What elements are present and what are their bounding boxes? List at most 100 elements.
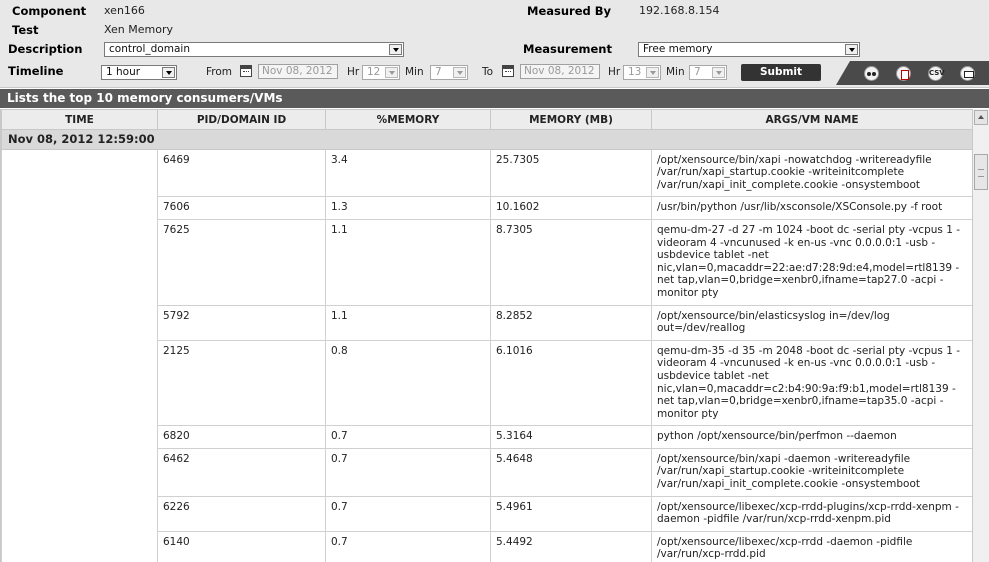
report-table-container: TIME PID/DOMAIN ID %MEMORY MEMORY (MB) A…	[0, 109, 972, 562]
to-hr-value: 13	[628, 66, 642, 78]
chevron-down-icon	[453, 67, 466, 78]
print-icon[interactable]	[960, 66, 975, 81]
measurement-select-value: Free memory	[643, 43, 713, 55]
test-value: Xen Memory	[104, 23, 174, 36]
from-hr-label: Hr	[347, 66, 360, 78]
chevron-down-icon	[646, 67, 659, 78]
from-date-field[interactable]: Nov 08, 2012	[258, 64, 338, 79]
timeline-select[interactable]: 1 hour	[101, 65, 177, 80]
to-min-select[interactable]: 7	[689, 65, 727, 80]
column-header-memory-mb[interactable]: MEMORY (MB)	[490, 109, 652, 130]
memory-pct-cell: 0.7	[325, 447, 491, 497]
time-cell	[1, 448, 158, 497]
memory-pct-cell: 1.1	[325, 304, 491, 341]
time-group-row: Nov 08, 2012 12:59:00	[1, 129, 972, 150]
filter-panel: Component xen166 Measured By 192.168.8.1…	[0, 0, 989, 88]
to-hr-label: Hr	[608, 66, 621, 78]
time-cell	[1, 219, 158, 306]
table-header-row: TIME PID/DOMAIN ID %MEMORY MEMORY (MB) A…	[1, 109, 972, 130]
binoculars-icon[interactable]	[864, 66, 879, 81]
time-cell	[1, 425, 158, 449]
pid-cell: 2125	[157, 339, 326, 427]
table-scrollbar[interactable]	[972, 109, 989, 562]
memory-mb-cell: 5.4961	[490, 495, 652, 532]
pid-cell: 7625	[157, 218, 326, 306]
memory-pct-cell: 3.4	[325, 148, 491, 198]
time-cell	[1, 531, 158, 562]
memory-mb-cell: 25.7305	[490, 148, 652, 198]
from-hr-value: 12	[367, 66, 381, 78]
calendar-icon[interactable]	[502, 65, 514, 77]
time-cell	[1, 496, 158, 532]
from-min-select[interactable]: 7	[430, 65, 468, 80]
to-min-label: Min	[666, 66, 685, 78]
table-row: 7625 1.1 8.7305 qemu-dm-27 -d 27 -m 1024 -b…	[1, 218, 972, 306]
table-row: 2125 0.8 6.1016 qemu-dm-35 -d 35 -m 2048 -b…	[1, 339, 972, 427]
pid-cell: 6469	[157, 148, 326, 198]
args-cell: /opt/xensource/libexec/xcp-rrdd-plugins/…	[651, 495, 972, 532]
memory-pct-cell: 1.3	[325, 196, 491, 220]
args-cell: /opt/xensource/bin/xapi -daemon -writere…	[651, 447, 972, 497]
table-row: 6820 0.7 5.3164 python /opt/xensource/bin/p…	[1, 425, 972, 449]
pid-cell: 7606	[157, 196, 326, 220]
chevron-down-icon	[162, 67, 175, 78]
measured-by-label: Measured By	[527, 4, 612, 18]
table-row: 6469 3.4 25.7305/opt/xensource/bin/xapi -n…	[1, 148, 972, 198]
from-min-value: 7	[435, 66, 442, 78]
memory-pct-cell: 1.1	[325, 218, 491, 306]
table-row: 6462 0.7 5.4648/opt/xensource/bin/xapi -da…	[1, 447, 972, 497]
time-cell	[1, 340, 158, 426]
to-date-field[interactable]: Nov 08, 2012	[520, 64, 600, 79]
scroll-up-arrow-icon[interactable]	[974, 110, 988, 125]
component-label: Component	[12, 4, 87, 18]
chevron-down-icon	[845, 44, 858, 55]
csv-icon[interactable]: CSV	[928, 66, 945, 81]
from-min-label: Min	[405, 66, 424, 78]
to-hr-select[interactable]: 13	[623, 65, 661, 80]
test-label: Test	[12, 23, 39, 37]
report-table: TIME PID/DOMAIN ID %MEMORY MEMORY (MB) A…	[1, 109, 972, 562]
from-hr-select[interactable]: 12	[362, 65, 400, 80]
memory-mb-cell: 5.4492	[490, 530, 652, 562]
table-row: 6140 0.7 5.4492/opt/xensource/libexec/xcp-…	[1, 530, 972, 562]
timeline-label: Timeline	[8, 64, 64, 78]
memory-mb-cell: 8.7305	[490, 218, 652, 306]
measured-by-value: 192.168.8.154	[639, 4, 720, 17]
memory-mb-cell: 5.3164	[490, 425, 652, 449]
memory-pct-cell: 0.7	[325, 530, 491, 562]
pid-cell: 6140	[157, 530, 326, 562]
memory-mb-cell: 5.4648	[490, 447, 652, 497]
from-label: From	[206, 66, 233, 78]
memory-pct-cell: 0.7	[325, 495, 491, 532]
scrollbar-thumb[interactable]	[974, 154, 988, 190]
description-label: Description	[8, 42, 83, 56]
column-header-time[interactable]: TIME	[1, 109, 158, 130]
table-row: 6226 0.7 5.4961/opt/xensource/libexec/xcp-…	[1, 495, 972, 532]
export-toolbar: CSV	[836, 61, 989, 85]
measurement-select[interactable]: Free memory	[638, 42, 860, 57]
column-header-args[interactable]: ARGS/VM NAME	[651, 109, 972, 130]
to-min-value: 7	[694, 66, 701, 78]
submit-button[interactable]: Submit	[741, 64, 821, 81]
pid-cell: 5792	[157, 304, 326, 341]
description-select-value: control_domain	[109, 43, 190, 55]
time-group-label: Nov 08, 2012 12:59:00	[1, 129, 972, 150]
table-row: 7606 1.3 10.1602/usr/bin/python /usr/lib/x…	[1, 196, 972, 220]
args-cell: /opt/xensource/libexec/xcp-rrdd -daemon …	[651, 530, 972, 562]
chevron-down-icon	[385, 67, 398, 78]
component-value: xen166	[104, 4, 145, 17]
to-label: To	[482, 66, 494, 78]
time-cell	[1, 149, 158, 197]
column-header-memory-pct[interactable]: %MEMORY	[325, 109, 491, 130]
args-cell: /usr/bin/python /usr/lib/xsconsole/XSCon…	[651, 196, 972, 220]
calendar-icon[interactable]	[240, 65, 252, 77]
measurement-label: Measurement	[523, 42, 612, 56]
timeline-select-value: 1 hour	[106, 66, 141, 78]
args-cell: qemu-dm-35 -d 35 -m 2048 -boot dc -seria…	[651, 339, 972, 427]
pdf-icon[interactable]	[896, 66, 911, 81]
description-select[interactable]: control_domain	[104, 42, 404, 57]
table-row: 5792 1.1 8.2852/opt/xensource/bin/elastics…	[1, 304, 972, 341]
column-header-pid[interactable]: PID/DOMAIN ID	[157, 109, 326, 130]
args-cell: qemu-dm-27 -d 27 -m 1024 -boot dc -seria…	[651, 218, 972, 306]
report-title: Lists the top 10 memory consumers/VMs	[0, 89, 989, 108]
